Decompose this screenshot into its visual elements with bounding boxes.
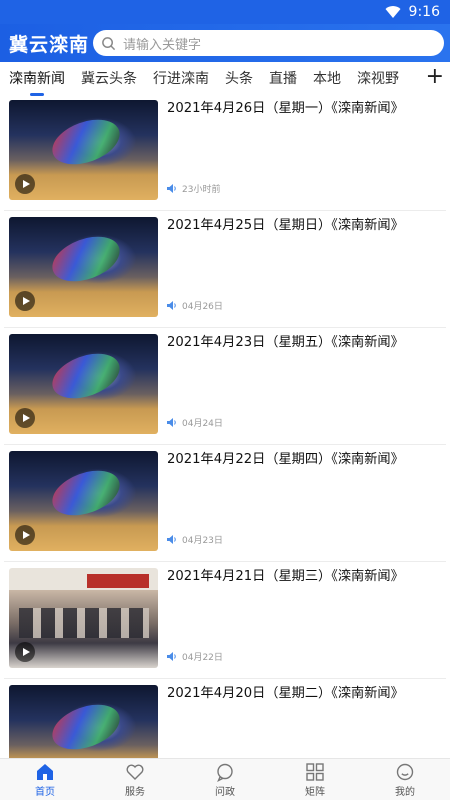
play-icon (15, 174, 35, 194)
list-item[interactable]: 2021年4月23日（星期五）《滦南新闻》 04月24日 (4, 328, 446, 445)
video-thumbnail (9, 334, 158, 434)
app-title: 冀云滦南 (9, 33, 90, 56)
news-time: 04月23日 (182, 536, 223, 546)
tab-local[interactable]: 本地 (313, 68, 341, 88)
nav-mine[interactable]: 我的 (360, 759, 450, 800)
station-logo-icon (46, 462, 126, 524)
video-thumbnail (9, 568, 158, 668)
search-icon (102, 36, 116, 50)
news-title: 2021年4月21日（星期三）《滦南新闻》 (167, 569, 404, 584)
news-time: 04月22日 (182, 653, 223, 663)
nav-matrix[interactable]: 矩阵 (270, 759, 360, 800)
news-meta: 04月26日 (167, 299, 223, 312)
tab-luannan-news[interactable]: 滦南新闻 (9, 68, 65, 88)
speaker-icon (167, 418, 176, 427)
news-meta: 23小时前 (167, 182, 220, 195)
nav-mine-label: 我的 (395, 786, 415, 798)
news-meta: 04月23日 (167, 533, 223, 546)
search-input[interactable]: 请输入关键字 (93, 30, 444, 56)
nav-matrix-label: 矩阵 (305, 786, 325, 798)
play-icon (15, 408, 35, 428)
status-bar: 9:16 (0, 0, 450, 24)
heart-icon (126, 764, 144, 780)
news-list: 2021年4月26日（星期一）《滦南新闻》 23小时前 2021年4月25日（星… (0, 94, 450, 796)
news-title: 2021年4月23日（星期五）《滦南新闻》 (167, 335, 404, 350)
news-meta: 04月22日 (167, 650, 223, 663)
video-thumbnail (9, 451, 158, 551)
play-icon (15, 291, 35, 311)
tab-xingjin-luannan[interactable]: 行进滦南 (153, 68, 209, 88)
news-title: 2021年4月22日（星期四）《滦南新闻》 (167, 452, 404, 467)
news-title: 2021年4月25日（星期日）《滦南新闻》 (167, 218, 404, 233)
search-placeholder: 请输入关键字 (123, 37, 202, 53)
speaker-icon (167, 184, 176, 193)
play-icon (15, 525, 35, 545)
speaker-icon (167, 652, 176, 661)
list-item[interactable]: 2021年4月22日（星期四）《滦南新闻》 04月23日 (4, 445, 446, 562)
chat-icon (217, 763, 233, 782)
nav-inquiry[interactable]: 问政 (180, 759, 270, 800)
meeting-scene (19, 608, 149, 638)
news-title: 2021年4月26日（星期一）《滦南新闻》 (167, 101, 404, 116)
add-tab-button[interactable]: + (426, 64, 444, 89)
grid-icon (306, 762, 324, 781)
nav-home[interactable]: 首页 (0, 759, 90, 800)
news-time: 04月24日 (182, 419, 223, 429)
video-thumbnail (9, 100, 158, 200)
list-item[interactable]: 2021年4月21日（星期三）《滦南新闻》 04月22日 (4, 562, 446, 679)
status-time: 9:16 (408, 4, 440, 20)
nav-inquiry-label: 问政 (215, 786, 235, 798)
news-time: 04月26日 (182, 302, 223, 312)
home-icon (37, 763, 53, 780)
station-logo-icon (46, 228, 126, 290)
play-icon (15, 642, 35, 662)
station-logo-icon (46, 111, 126, 173)
station-logo-icon (46, 696, 126, 758)
news-title: 2021年4月20日（星期二）《滦南新闻》 (167, 686, 404, 701)
speaker-icon (167, 535, 176, 544)
nav-service[interactable]: 服务 (90, 759, 180, 800)
news-meta: 04月24日 (167, 416, 223, 429)
wifi-icon (385, 6, 401, 19)
bottom-nav: 首页 服务 问政 矩阵 我的 (0, 758, 450, 800)
tab-headlines[interactable]: 头条 (225, 68, 253, 88)
nav-home-label: 首页 (35, 786, 55, 798)
news-time: 23小时前 (182, 185, 221, 195)
meeting-banner (87, 574, 149, 588)
app-header: 冀云滦南 请输入关键字 (0, 24, 450, 62)
tab-luan-vision[interactable]: 滦视野 (357, 68, 399, 88)
nav-service-label: 服务 (125, 786, 145, 798)
speaker-icon (167, 301, 176, 310)
tab-live[interactable]: 直播 (269, 68, 297, 88)
station-logo-icon (46, 345, 126, 407)
category-tabs: 滦南新闻 冀云头条 行进滦南 头条 直播 本地 滦视野 + (0, 62, 450, 94)
video-thumbnail (9, 217, 158, 317)
list-item[interactable]: 2021年4月26日（星期一）《滦南新闻》 23小时前 (4, 94, 446, 211)
tab-jiyun-headlines[interactable]: 冀云头条 (81, 68, 137, 88)
list-item[interactable]: 2021年4月25日（星期日）《滦南新闻》 04月26日 (4, 211, 446, 328)
user-icon (396, 763, 414, 780)
